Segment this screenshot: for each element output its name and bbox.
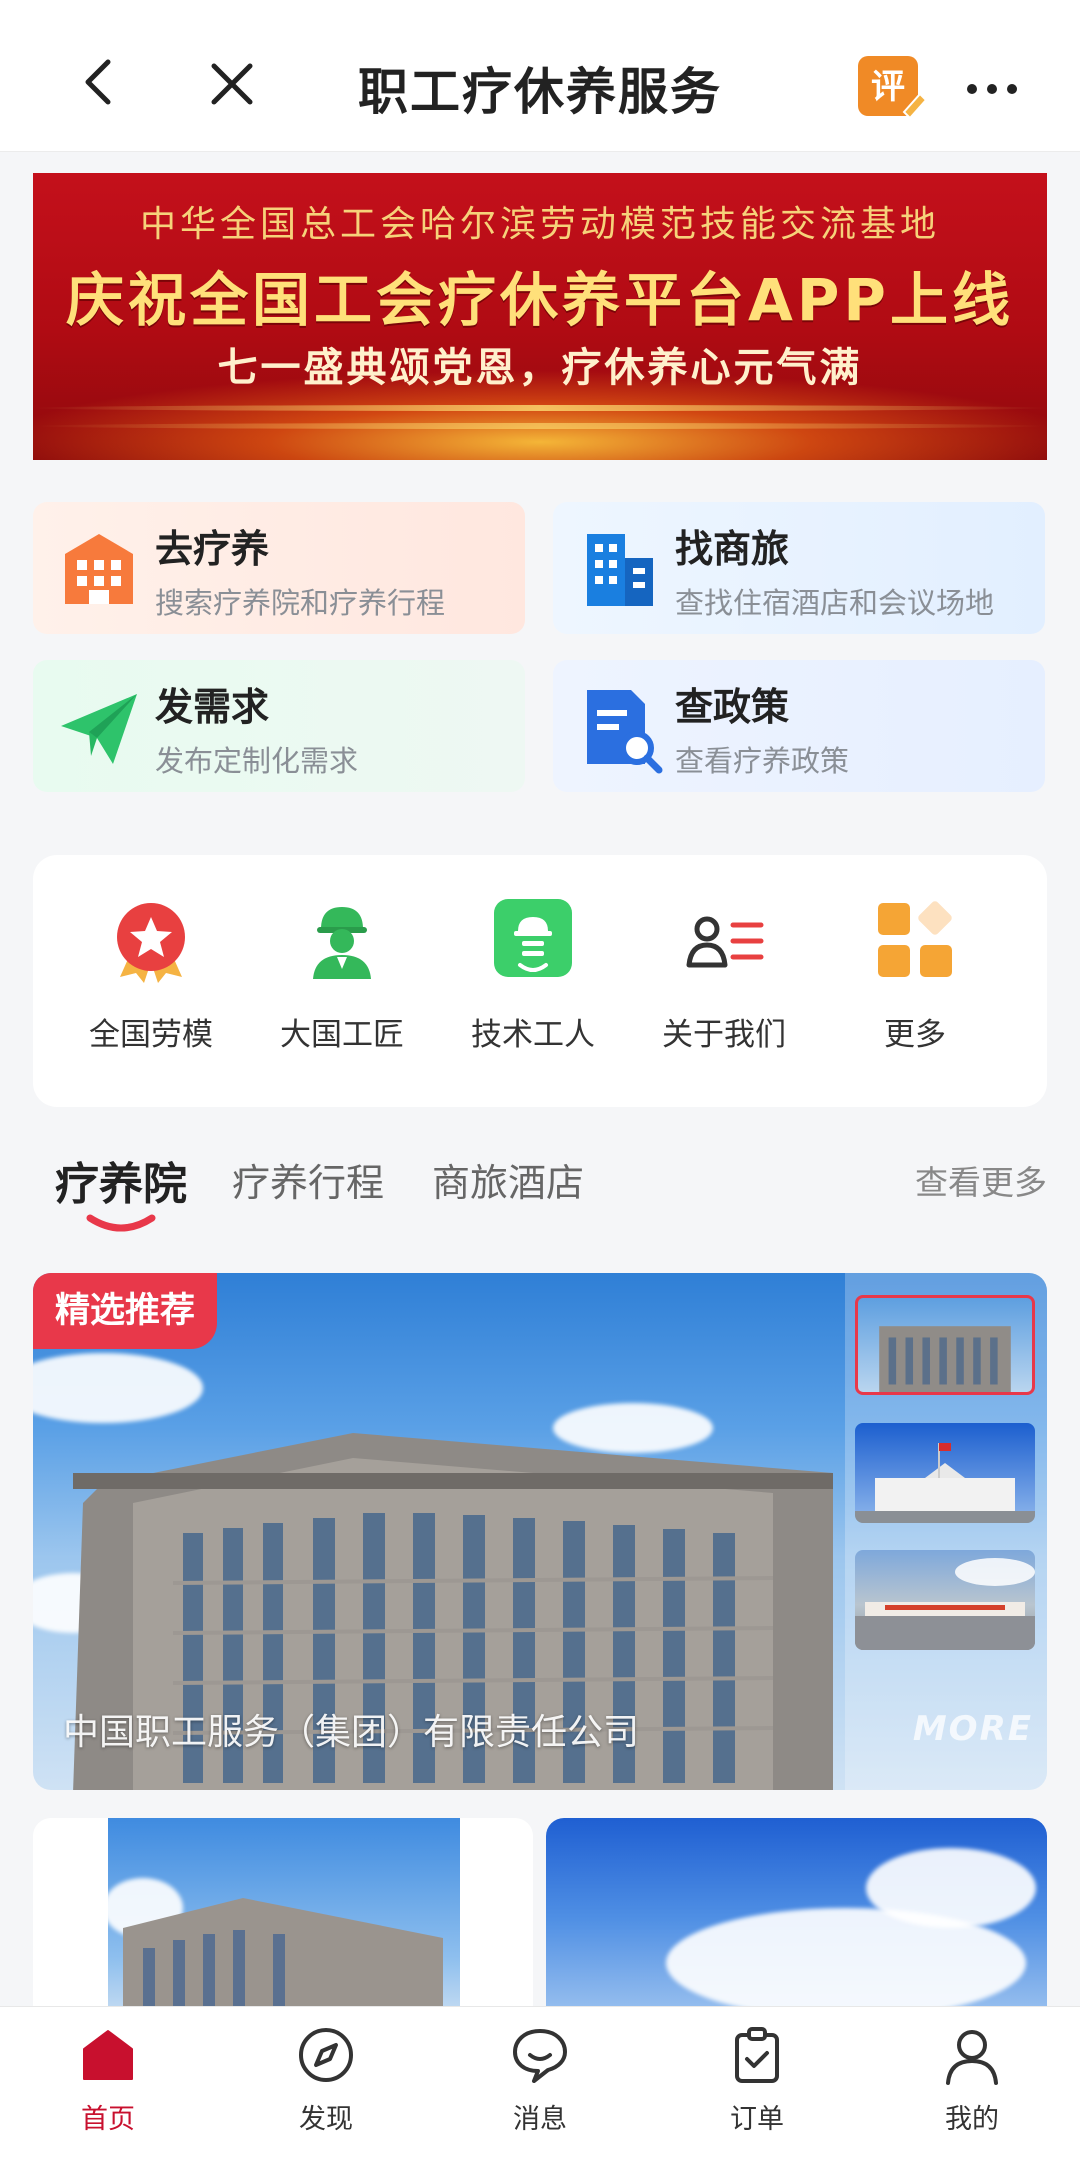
nav-label: 消息	[513, 2104, 567, 2135]
quick-link-label: 大国工匠	[280, 1017, 404, 1053]
feature-title: 发需求	[155, 685, 270, 729]
more-options-icon[interactable]	[964, 74, 1020, 104]
feature-subtitle: 查找住宿酒店和会议场地	[675, 586, 995, 620]
quick-link-label: 技术工人	[471, 1017, 595, 1053]
grid-apps-icon	[878, 901, 952, 977]
people-list-icon	[686, 916, 764, 968]
quick-link-label: 关于我们	[662, 1017, 786, 1053]
cloud-shape	[866, 1848, 1036, 1928]
building-icon	[65, 534, 133, 604]
nav-discover[interactable]: 发现	[256, 2025, 396, 2136]
banner-line-3: 七一盛典颂党恩，疗休养心元气满	[217, 345, 863, 391]
banner-line-2: 庆祝全国工会疗休养平台APP上线	[66, 266, 1014, 334]
review-badge-icon[interactable]: 评	[856, 54, 928, 126]
top-nav-bar: 职工疗休养服务 评	[0, 0, 1080, 152]
building-image	[123, 1898, 443, 2018]
order-clipboard-icon	[735, 2027, 779, 2083]
nav-label: 订单	[730, 2104, 784, 2135]
nav-label: 发现	[299, 2104, 353, 2135]
nav-messages[interactable]: 消息	[470, 2025, 610, 2136]
sanatorium-card[interactable]	[33, 1818, 533, 2018]
feature-card-go-recuperate[interactable]: 去疗养 搜索疗养院和疗养行程	[33, 502, 525, 634]
nav-orders[interactable]: 订单	[687, 2025, 827, 2136]
thumbnail-3[interactable]	[855, 1550, 1035, 1650]
feature-card-check-policy[interactable]: 查政策 查看疗养政策	[553, 660, 1045, 792]
nav-home[interactable]: 首页	[38, 2025, 178, 2136]
feature-title: 查政策	[675, 685, 790, 729]
home-icon	[83, 2030, 133, 2080]
worker-badge-icon	[494, 899, 572, 977]
tab-itinerary[interactable]: 疗养行程	[232, 1152, 384, 1207]
government-building-thumbnail-image	[855, 1443, 1035, 1523]
chat-bubble-icon	[513, 2029, 567, 2083]
user-profile-icon	[946, 2030, 998, 2085]
quick-link-craftsmen[interactable]: 大国工匠	[262, 895, 422, 1054]
banner-streak	[33, 423, 1047, 429]
paper-plane-icon	[61, 694, 137, 764]
featured-sanatorium-card[interactable]: 精选推荐 中国职工服务（集团）有限责任公司 MORE	[33, 1273, 1047, 1790]
medal-star-icon	[117, 903, 185, 983]
feature-subtitle: 发布定制化需求	[155, 744, 359, 778]
quick-link-technical-workers[interactable]: 技术工人	[453, 895, 613, 1054]
more-watermark: MORE	[912, 1709, 1033, 1749]
see-more-link[interactable]: 查看更多	[915, 1156, 1047, 1204]
bottom-navigation: 首页 发现 消息 订单 我的	[0, 2006, 1080, 2160]
gate-thumbnail-image	[855, 1558, 1035, 1650]
quick-link-about-us[interactable]: 关于我们	[644, 895, 804, 1054]
featured-badge: 精选推荐	[33, 1273, 218, 1349]
office-building-icon	[587, 534, 653, 606]
promo-banner[interactable]: 中华全国总工会哈尔滨劳动模范技能交流基地 庆祝全国工会疗休养平台APP上线 七一…	[33, 173, 1047, 460]
tab-hotels[interactable]: 商旅酒店	[432, 1152, 584, 1207]
thumbnail-1[interactable]	[855, 1295, 1035, 1395]
feature-subtitle: 查看疗养政策	[675, 744, 850, 778]
hotel-card[interactable]	[546, 1818, 1047, 2018]
quick-link-model-workers[interactable]: 全国劳模	[71, 895, 231, 1054]
document-search-icon	[587, 690, 663, 774]
thumbnail-2[interactable]	[855, 1423, 1035, 1523]
feature-subtitle: 搜索疗养院和疗养行程	[155, 586, 446, 620]
feature-card-business-travel[interactable]: 找商旅 查找住宿酒店和会议场地	[553, 502, 1045, 634]
active-tab-indicator	[86, 1214, 156, 1232]
featured-caption: 中国职工服务（集团）有限责任公司	[63, 1712, 640, 1753]
feature-title: 找商旅	[675, 527, 790, 571]
worker-helmet-icon	[313, 907, 371, 979]
nav-label: 首页	[81, 2104, 135, 2135]
nav-label: 我的	[945, 2104, 999, 2135]
building-thumbnail-image	[879, 1326, 1011, 1392]
nav-profile[interactable]: 我的	[902, 2025, 1042, 2136]
quick-link-more[interactable]: 更多	[835, 895, 995, 1054]
banner-streak	[33, 405, 1047, 411]
banner-line-1: 中华全国总工会哈尔滨劳动模范技能交流基地	[139, 204, 940, 245]
feature-title: 去疗养	[155, 527, 270, 571]
review-badge-text: 评	[871, 67, 905, 107]
content-tabs: 疗养院 疗养行程 商旅酒店 查看更多	[0, 1150, 1080, 1250]
tab-sanatorium[interactable]: 疗养院	[55, 1148, 187, 1212]
feature-card-post-request[interactable]: 发需求 发布定制化需求	[33, 660, 525, 792]
quick-links-panel: 全国劳模 大国工匠 技术工人 关于我们 更多	[33, 855, 1047, 1107]
compass-icon	[299, 2028, 353, 2082]
quick-link-label: 更多	[884, 1017, 946, 1053]
quick-link-label: 全国劳模	[89, 1017, 213, 1053]
